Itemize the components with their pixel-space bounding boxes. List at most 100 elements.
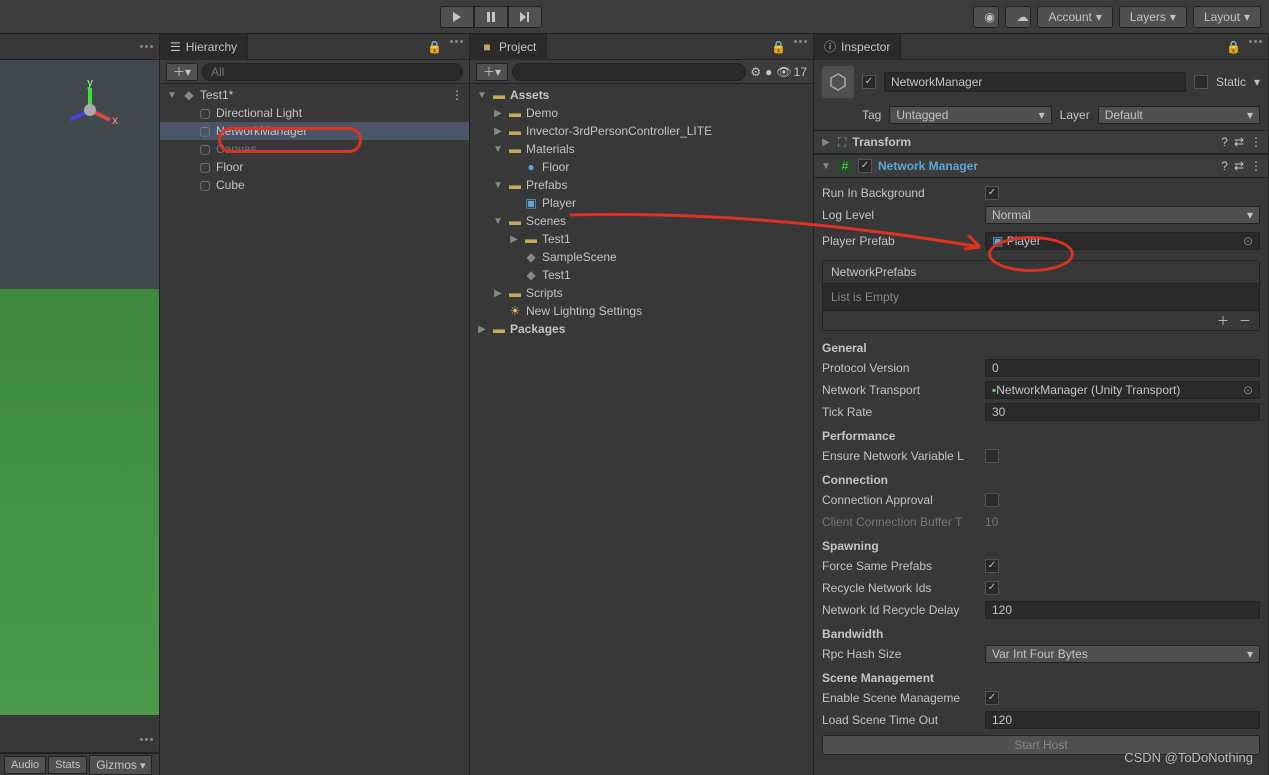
preset-icon[interactable]: ⇄ xyxy=(1234,135,1244,149)
connection-approval-checkbox[interactable] xyxy=(985,493,999,507)
project-item[interactable]: ▼▬Scenes xyxy=(470,212,813,230)
expand-icon[interactable]: ▶ xyxy=(492,126,504,137)
project-item[interactable]: ◆SampleScene xyxy=(470,248,813,266)
object-picker-icon[interactable]: ⊙ xyxy=(1243,234,1253,248)
static-checkbox[interactable] xyxy=(1194,75,1208,89)
ensure-variable-checkbox[interactable] xyxy=(985,449,999,463)
list-add-button[interactable]: ＋ xyxy=(1217,312,1229,329)
project-item[interactable]: ▶▬Packages xyxy=(470,320,813,338)
panel-menu-icon[interactable]: 🔒 xyxy=(765,40,813,54)
expand-icon[interactable]: ▼ xyxy=(820,161,832,172)
load-timeout-field[interactable]: 120 xyxy=(985,711,1260,729)
menu-icon[interactable]: ⋮ xyxy=(1250,159,1262,173)
project-item[interactable]: ▼▬Prefabs xyxy=(470,176,813,194)
recycle-delay-field[interactable]: 120 xyxy=(985,601,1260,619)
account-dropdown[interactable]: Account▾ xyxy=(1037,6,1112,28)
project-item[interactable]: ●Floor xyxy=(470,158,813,176)
expand-icon[interactable]: ▶ xyxy=(508,234,520,245)
expand-icon[interactable]: ▼ xyxy=(492,144,504,155)
expand-icon[interactable]: ▼ xyxy=(492,216,504,227)
filter-icon[interactable]: ⚙ xyxy=(750,65,761,79)
network-manager-component-header[interactable]: ▼ # Network Manager ? ⇄ ⋮ xyxy=(814,154,1268,178)
expand-icon[interactable]: ▼ xyxy=(492,180,504,191)
gameobject-icon: ▢ xyxy=(198,106,212,120)
hidden-count[interactable]: 👁17 xyxy=(776,65,807,79)
project-item[interactable]: ▶▬Test1 xyxy=(470,230,813,248)
play-button[interactable] xyxy=(440,6,474,28)
expand-icon[interactable]: ▼ xyxy=(166,90,178,101)
gizmos-toggle[interactable]: Gizmos ▾ xyxy=(89,755,152,775)
project-item[interactable]: ▶▬Scripts xyxy=(470,284,813,302)
component-enabled-checkbox[interactable] xyxy=(858,159,872,173)
expand-icon[interactable]: ▶ xyxy=(492,288,504,299)
scene-view[interactable]: y x xyxy=(0,60,159,715)
project-item[interactable]: ▶▬Invector-3rdPersonController_LITE xyxy=(470,122,813,140)
create-dropdown[interactable]: ＋▾ xyxy=(166,63,198,81)
tick-rate-field[interactable]: 30 xyxy=(985,403,1260,421)
project-tab[interactable]: ■ Project xyxy=(470,34,547,60)
network-transport-field[interactable]: ▪NetworkManager (Unity Transport)⊙ xyxy=(985,381,1260,399)
panel-menu-icon[interactable]: 🔒 xyxy=(1220,40,1268,54)
hierarchy-item[interactable]: ▢NetworkManager xyxy=(160,122,469,140)
hierarchy-item[interactable]: ▢Canvas xyxy=(160,140,469,158)
layout-dropdown[interactable]: Layout▾ xyxy=(1193,6,1261,28)
enable-scene-checkbox[interactable] xyxy=(985,691,999,705)
panel-menu-icon[interactable] xyxy=(134,45,159,48)
pause-button[interactable] xyxy=(474,6,508,28)
menu-icon[interactable]: ⋮ xyxy=(1250,135,1262,149)
layer-dropdown[interactable]: Default▾ xyxy=(1098,106,1260,124)
collab-button[interactable]: ◉ xyxy=(973,6,999,28)
favorite-icon[interactable]: ● xyxy=(765,65,772,79)
panel-menu-icon[interactable] xyxy=(134,738,159,741)
project-item[interactable]: ▶▬Demo xyxy=(470,104,813,122)
project-item[interactable]: ▼▬Assets xyxy=(470,86,813,104)
expand-icon[interactable]: ▶ xyxy=(820,137,832,148)
stats-toggle[interactable]: Stats xyxy=(48,756,87,774)
layers-dropdown[interactable]: Layers▾ xyxy=(1119,6,1187,28)
gameobject-name-field[interactable]: NetworkManager xyxy=(884,72,1186,92)
expand-icon[interactable]: ▶ xyxy=(476,324,488,335)
project-item[interactable]: ☀New Lighting Settings xyxy=(470,302,813,320)
help-icon[interactable]: ? xyxy=(1221,159,1228,173)
hierarchy-tab[interactable]: ☰ Hierarchy xyxy=(160,34,248,60)
scene-menu-icon[interactable]: ⋮ xyxy=(451,88,469,102)
expand-icon[interactable]: ▼ xyxy=(476,90,488,101)
create-dropdown[interactable]: ＋▾ xyxy=(476,63,508,81)
lock-icon[interactable]: 🔒 xyxy=(771,40,786,54)
project-item[interactable]: ◆Test1 xyxy=(470,266,813,284)
hierarchy-search[interactable] xyxy=(202,63,463,81)
static-dropdown-icon[interactable]: ▾ xyxy=(1254,75,1260,89)
lock-icon[interactable]: 🔒 xyxy=(427,40,442,54)
step-button[interactable] xyxy=(508,6,542,28)
protocol-version-field[interactable]: 0 xyxy=(985,359,1260,377)
hierarchy-item[interactable]: ▢Floor xyxy=(160,158,469,176)
active-checkbox[interactable] xyxy=(862,75,876,89)
hierarchy-item[interactable]: ▢Cube xyxy=(160,176,469,194)
hierarchy-item[interactable]: ▼◆Test1*⋮ xyxy=(160,86,469,104)
log-level-dropdown[interactable]: Normal▾ xyxy=(985,206,1260,224)
tag-dropdown[interactable]: Untagged▾ xyxy=(889,106,1051,124)
project-search[interactable] xyxy=(512,63,746,81)
player-prefab-field[interactable]: ▣ Player⊙ xyxy=(985,232,1260,250)
list-header[interactable]: NetworkPrefabs xyxy=(823,261,1259,284)
preset-icon[interactable]: ⇄ xyxy=(1234,159,1244,173)
run-in-background-checkbox[interactable] xyxy=(985,186,999,200)
hierarchy-item[interactable]: ▢Directional Light xyxy=(160,104,469,122)
project-item[interactable]: ▣Player xyxy=(470,194,813,212)
list-remove-button[interactable]: － xyxy=(1239,312,1251,329)
transform-component-header[interactable]: ▶ ⛶ Transform ? ⇄ ⋮ xyxy=(814,130,1268,154)
lock-icon[interactable]: 🔒 xyxy=(1226,40,1241,54)
orientation-gizmo[interactable]: y x xyxy=(60,80,120,140)
force-prefabs-checkbox[interactable] xyxy=(985,559,999,573)
help-icon[interactable]: ? xyxy=(1221,135,1228,149)
object-picker-icon[interactable]: ⊙ xyxy=(1243,383,1253,397)
project-item[interactable]: ▼▬Materials xyxy=(470,140,813,158)
recycle-ids-checkbox[interactable] xyxy=(985,581,999,595)
item-label: SampleScene xyxy=(542,250,617,264)
expand-icon[interactable]: ▶ xyxy=(492,108,504,119)
panel-menu-icon[interactable]: 🔒 xyxy=(421,40,469,54)
audio-toggle[interactable]: Audio xyxy=(4,756,46,774)
rpc-hash-dropdown[interactable]: Var Int Four Bytes▾ xyxy=(985,645,1260,663)
inspector-tab[interactable]: ⓘ Inspector xyxy=(814,34,901,60)
cloud-button[interactable]: ☁ xyxy=(1005,6,1031,28)
